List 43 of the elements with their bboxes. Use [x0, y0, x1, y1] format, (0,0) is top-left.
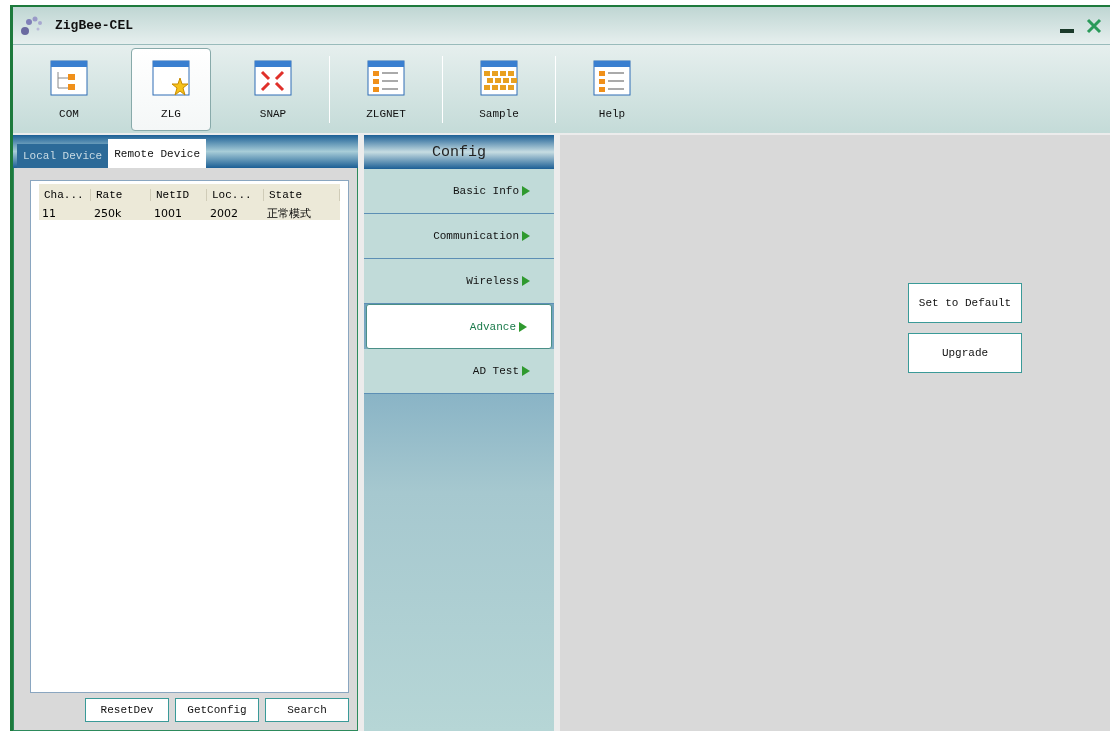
device-row[interactable]: 11 250k 1001 2002 正常模式 — [39, 206, 340, 220]
table-cell-text: 11 — [41, 207, 57, 220]
device-button[interactable]: Search — [265, 698, 349, 722]
toolbar-button[interactable]: ZLG — [131, 48, 211, 131]
column-header[interactable]: NetID — [151, 189, 207, 201]
table-cell-text: 2002 — [209, 207, 239, 220]
window-icon — [593, 59, 631, 98]
toolbar-button[interactable]: Sample — [453, 48, 545, 131]
tab[interactable]: Local Device — [17, 144, 109, 168]
column-header[interactable]: Loc... — [207, 189, 264, 201]
device-button[interactable]: GetConfig — [175, 698, 259, 722]
config-item[interactable]: Basic Info — [364, 169, 554, 214]
config-item[interactable]: AD Test — [364, 349, 554, 394]
column-header[interactable]: State — [264, 189, 340, 201]
action-button[interactable]: Upgrade — [908, 333, 1022, 373]
config-item[interactable]: Advance — [366, 304, 552, 349]
action-button[interactable]: Set to Default — [908, 283, 1022, 323]
triangle-icon — [522, 366, 530, 376]
triangle-icon — [522, 186, 530, 196]
toolbar-button[interactable]: SNAP — [227, 48, 319, 131]
window-icon — [254, 59, 292, 98]
config-item[interactable]: Communication — [364, 214, 554, 259]
window-icon — [50, 59, 88, 98]
window-icon — [367, 59, 405, 98]
table-cell-text: 1001 — [153, 207, 183, 220]
table-cell-text: 250k — [93, 207, 123, 220]
triangle-icon — [519, 321, 527, 332]
molecule-dots-icon — [21, 15, 43, 36]
table-cell-text: 正常模式 — [266, 206, 312, 221]
tab[interactable]: Remote Device — [108, 139, 207, 168]
device-button[interactable]: ResetDev — [85, 698, 169, 722]
window-title: ZigBee-CEL — [55, 18, 134, 33]
window-icon — [480, 59, 518, 98]
column-header[interactable]: Cha... — [39, 189, 91, 201]
column-header[interactable]: Rate — [91, 189, 151, 201]
triangle-icon — [522, 276, 530, 286]
config-item[interactable]: Wireless — [364, 259, 554, 304]
toolbar-button[interactable]: COM — [23, 48, 115, 131]
close-icon[interactable] — [1086, 17, 1102, 34]
triangle-icon — [522, 231, 530, 241]
toolbar-button[interactable]: Help — [566, 48, 658, 131]
config-title: Config — [364, 135, 554, 169]
toolbar-button[interactable]: ZLGNET — [340, 48, 432, 131]
